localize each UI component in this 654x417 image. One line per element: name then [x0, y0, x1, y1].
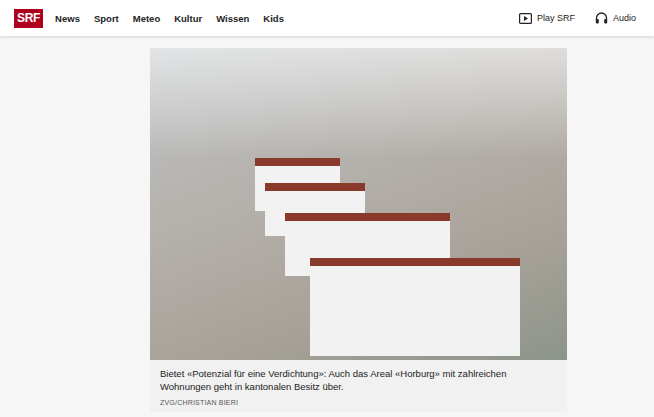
top-bar: SRF News Sport Meteo Kultur Wissen Kids Play …	[0, 0, 654, 36]
caption: Bietet «Potenzial für eine Verdichtung»:…	[150, 360, 567, 412]
article-figure: Bietet «Potenzial für eine Verdichtung»:…	[150, 48, 567, 412]
nav-link[interactable]: News	[55, 13, 80, 24]
media-links: Play SRF Audio	[519, 12, 636, 24]
nav-link[interactable]: Meteo	[133, 13, 160, 24]
link-label[interactable]: Audio	[613, 13, 636, 23]
play-icon	[519, 13, 532, 24]
headphones-icon	[595, 12, 608, 24]
main-nav: News Sport Meteo Kultur Wissen Kids	[55, 13, 284, 24]
link-label[interactable]: Play SRF	[537, 13, 575, 23]
nav-link[interactable]: Wissen	[216, 13, 249, 24]
srf-logo[interactable]: SRF	[14, 9, 43, 28]
building	[310, 258, 520, 356]
caption-text: Bietet «Potenzial für eine Verdichtung»:…	[160, 367, 557, 393]
play-link[interactable]: Play SRF	[519, 12, 575, 24]
nav-link[interactable]: Kultur	[174, 13, 202, 24]
nav-link[interactable]: Kids	[263, 13, 284, 24]
nav-link[interactable]: Sport	[94, 13, 119, 24]
photo-credit: ZVG/CHRISTIAN BIERI	[160, 399, 557, 406]
photo	[150, 48, 567, 360]
audio-link[interactable]: Audio	[595, 12, 636, 24]
